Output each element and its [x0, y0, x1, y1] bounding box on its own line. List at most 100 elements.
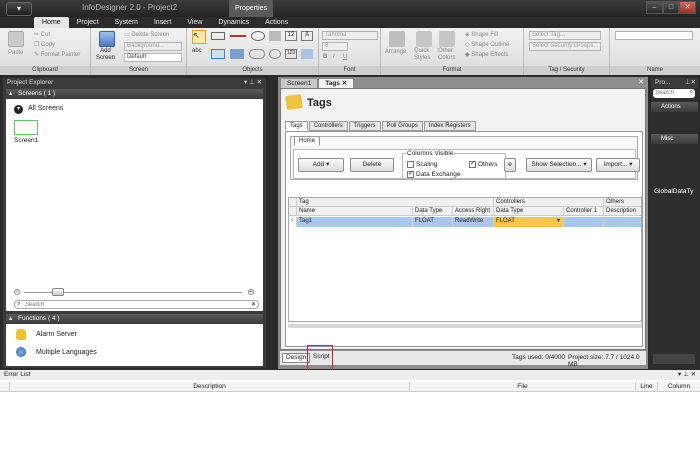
tab-tags[interactable]: Tags ✕ [318, 78, 355, 88]
screens-header[interactable]: ▴ Screens ( 1 ) [6, 89, 263, 99]
pin-close-icons[interactable]: ▾ ⊥ ✕ [244, 78, 262, 88]
data-exchange-checkbox[interactable]: ✓ Data Exchange [407, 171, 460, 178]
numeric-entry-tool[interactable]: 123 [285, 49, 297, 59]
screen-search-input[interactable] [25, 301, 245, 308]
screen-button-tool[interactable] [301, 49, 313, 59]
cell-controller-1[interactable] [564, 217, 604, 227]
screen-search-box[interactable]: ⌕ ✕ [14, 300, 259, 309]
cell-controller-data-type[interactable]: FLOAT ▾ [494, 217, 564, 227]
function-item-alarm-server[interactable]: Alarm Server [36, 331, 77, 338]
bold-button[interactable]: B [323, 54, 327, 60]
tab-home[interactable]: Home [34, 17, 69, 28]
column-header-description[interactable]: Description [10, 382, 410, 391]
pin-close-icons[interactable]: ▾ ⊥ ✕ [678, 370, 696, 380]
underline-button[interactable]: U [343, 54, 347, 60]
column-header-name[interactable]: Name [297, 207, 413, 215]
cell-access-right[interactable]: ReadWrite [453, 217, 494, 227]
functions-header[interactable]: ▴ Functions ( 4 ) [6, 314, 263, 324]
font-family-dropdown[interactable]: Tahoma [322, 31, 378, 40]
delete-screen-button[interactable]: ▭ Delete Screen [124, 31, 169, 38]
others-checkbox[interactable]: ✓ Others [469, 161, 498, 168]
column-header-file[interactable]: File [410, 382, 636, 391]
background-dropdown[interactable]: Background... [124, 42, 182, 51]
tab-index-registers[interactable]: Index Registers [423, 121, 476, 131]
zoom-in-icon[interactable]: + [248, 289, 254, 295]
import-button[interactable]: Import... ▾ [596, 158, 640, 172]
delete-tag-button[interactable]: Delete [350, 158, 394, 172]
pointer-tool[interactable]: ↖ [192, 30, 206, 44]
select-security-groups-dropdown[interactable]: Select Security Groups... [529, 42, 601, 51]
image-tool[interactable] [269, 31, 281, 41]
tab-controllers[interactable]: Controllers [308, 121, 348, 131]
text-tool[interactable]: A [301, 31, 313, 41]
properties-view-buttons[interactable] [653, 354, 695, 364]
all-screens-item[interactable]: All Screens [28, 105, 63, 112]
format-painter-button[interactable]: ✎ Format Painter [34, 51, 80, 58]
screen1-label[interactable]: Screen1 [14, 137, 38, 144]
zoom-out-icon[interactable]: − [14, 289, 20, 295]
dropdown-arrow-icon[interactable]: ▾ [557, 217, 560, 226]
numeric-display-tool[interactable]: 12 [285, 31, 297, 41]
toggle-tool[interactable] [249, 49, 265, 59]
tab-tags-inner[interactable]: Tags [285, 121, 308, 131]
document-close-icon[interactable]: ✕ [638, 78, 644, 86]
tab-dynamics[interactable]: Dynamics [210, 17, 257, 28]
function-item-multiple-languages[interactable]: Multiple Languages [36, 349, 97, 356]
rectangle-tool[interactable] [211, 32, 225, 40]
scaling-checkbox[interactable]: Scaling [407, 161, 437, 168]
cell-description[interactable] [604, 217, 641, 227]
zoom-slider-thumb[interactable] [52, 288, 64, 296]
close-button[interactable]: ✕ [679, 1, 697, 14]
label-tool[interactable]: abc [192, 48, 206, 60]
tab-poll-groups[interactable]: Poll Groups [381, 121, 423, 131]
shape-effects-button[interactable]: ◆ Shape Effects [465, 51, 509, 58]
quick-styles-button[interactable]: Quick Styles [414, 48, 430, 62]
tab-actions[interactable]: Actions [257, 17, 296, 28]
bar-graph-tool[interactable] [230, 49, 244, 59]
italic-button[interactable]: I [333, 54, 335, 60]
actions-section-header[interactable]: Actions [651, 102, 698, 112]
clear-search-icon[interactable]: ✕ [251, 301, 256, 308]
design-tab[interactable]: Design [282, 353, 311, 363]
shape-outline-button[interactable]: ◇ Shape Outline [465, 41, 509, 48]
app-menu-button[interactable]: ▾ [6, 2, 32, 16]
font-size-dropdown[interactable]: 8 [322, 42, 348, 51]
home-tab[interactable]: Home [294, 136, 321, 146]
button-tool[interactable] [211, 49, 225, 59]
column-header-description[interactable]: Description [604, 207, 641, 215]
shape-fill-button[interactable]: ◈ Shape Fill [465, 31, 498, 38]
copy-button[interactable]: ❐ Copy [34, 41, 55, 48]
misc-section-header[interactable]: Misc [651, 134, 698, 144]
properties-search-input[interactable] [655, 89, 685, 97]
table-row[interactable]: › Tag1 FLOAT ReadWrite FLOAT ▾ [289, 217, 641, 227]
tab-project[interactable]: Project [69, 17, 107, 28]
properties-search-box[interactable]: ⌕ [653, 89, 695, 98]
data-exchange-check-box[interactable]: ✓ [407, 171, 414, 178]
object-name-field[interactable] [615, 31, 693, 40]
column-header-column[interactable]: Column [658, 382, 700, 391]
scaling-check-box[interactable] [407, 161, 414, 168]
other-colors-button[interactable]: Other Colors [438, 48, 455, 62]
global-data-type-property[interactable]: GlobalDataTy [654, 188, 698, 195]
minimize-button[interactable]: – [646, 1, 663, 14]
screen1-thumbnail[interactable] [14, 120, 38, 135]
column-header-line[interactable]: Line [636, 382, 658, 391]
tab-system[interactable]: System [106, 17, 145, 28]
tab-screen1[interactable]: Screen1 [280, 78, 319, 88]
row-selector-icon[interactable]: › [289, 217, 297, 227]
close-tab-icon[interactable]: ✕ [342, 80, 347, 87]
column-header-data-type[interactable]: Data Type [413, 207, 453, 215]
gauge-tool[interactable] [269, 49, 281, 59]
partial-button[interactable]: e [504, 158, 516, 172]
column-header-access-right[interactable]: Access Right [453, 207, 494, 215]
column-header-controller-data-type[interactable]: Data Type [494, 207, 564, 215]
tab-triggers[interactable]: Triggers [348, 121, 381, 131]
maximize-button[interactable]: □ [662, 1, 680, 14]
screen-style-dropdown[interactable]: Default [124, 53, 182, 62]
add-screen-button[interactable]: Add Screen [96, 48, 115, 62]
line-tool[interactable] [230, 35, 246, 37]
tab-insert[interactable]: Insert [146, 17, 180, 28]
ellipse-tool[interactable] [251, 31, 265, 41]
tab-view[interactable]: View [179, 17, 210, 28]
cut-button[interactable]: ✂ Cut [34, 31, 50, 38]
